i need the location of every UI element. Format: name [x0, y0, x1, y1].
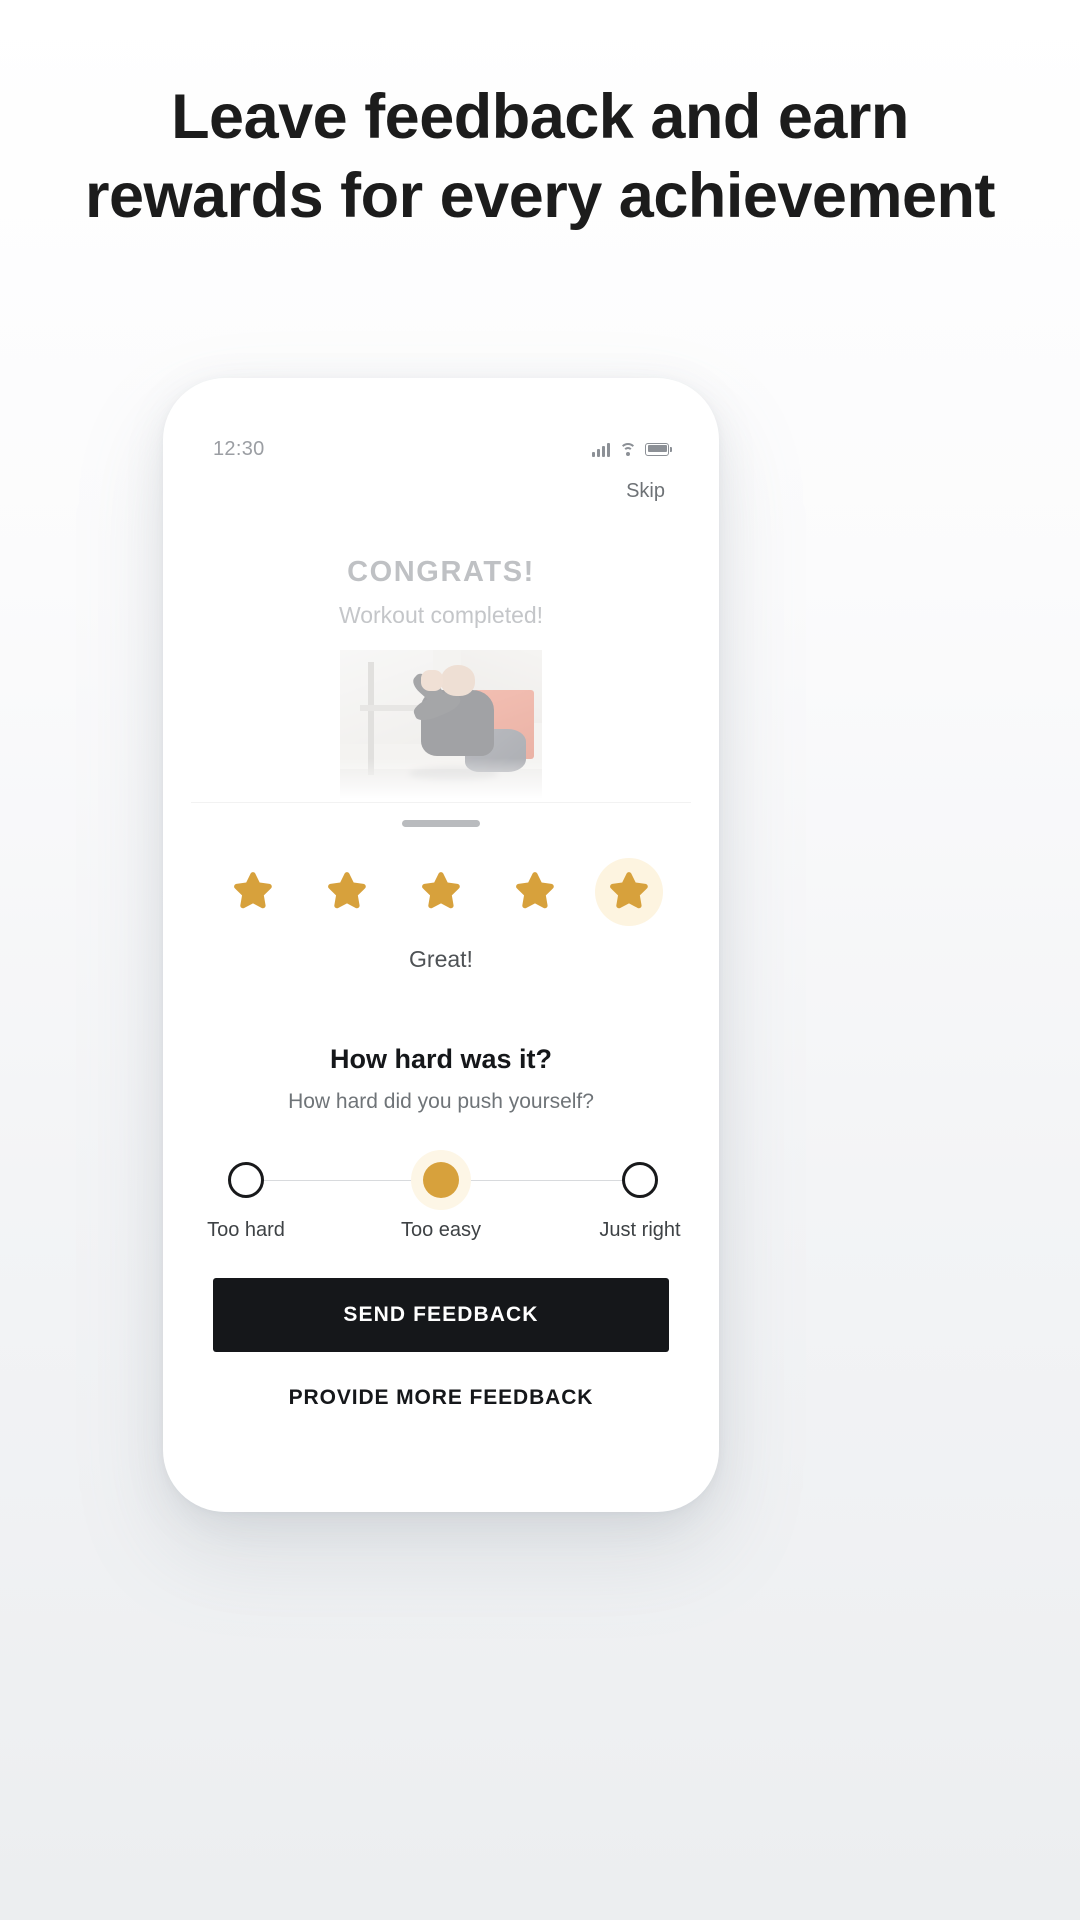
skip-button[interactable]: Skip	[626, 480, 665, 503]
send-feedback-button[interactable]: SEND FEEDBACK	[213, 1278, 669, 1352]
rating-label: Great!	[409, 946, 473, 972]
difficulty-option-label: Too hard	[207, 1219, 285, 1241]
sheet-top-edge	[191, 802, 691, 803]
radio-selected-icon[interactable]	[411, 1150, 471, 1210]
drag-handle[interactable]	[402, 820, 480, 827]
congrats-title: CONGRATS!	[347, 556, 535, 588]
star-icon-3[interactable]	[413, 864, 469, 920]
status-icons	[592, 442, 672, 457]
page-headline: Leave feedback and earn rewards for ever…	[85, 82, 995, 231]
radio-unselected-icon[interactable]	[610, 1150, 670, 1210]
battery-full-icon	[645, 442, 672, 456]
radio-unselected-icon[interactable]	[216, 1150, 276, 1210]
difficulty-option-label: Just right	[599, 1219, 681, 1241]
star-rating[interactable]	[191, 858, 691, 926]
difficulty-option-too-easy[interactable]: Too easy	[386, 1150, 496, 1242]
difficulty-title: How hard was it?	[329, 1044, 553, 1074]
page-root: Leave feedback and earn rewards for ever…	[0, 0, 1080, 1920]
congrats-block: CONGRATS! Workout completed!	[191, 556, 691, 629]
difficulty-selector[interactable]: Too easy Just right Too hard	[191, 1136, 691, 1241]
star-icon-4[interactable]	[507, 864, 563, 920]
star-icon-2[interactable]	[319, 864, 375, 920]
phone-screen: 12:30 Skip CONGRATS! Workout completed!	[191, 406, 691, 1484]
status-bar: 12:30	[191, 432, 691, 466]
difficulty-option-just-right[interactable]: Just right	[585, 1150, 691, 1242]
star-icon-5[interactable]	[595, 858, 663, 926]
star-icon-1[interactable]	[225, 864, 281, 920]
phone-mockup: 12:30 Skip CONGRATS! Workout completed!	[163, 378, 719, 1512]
congrats-subtitle: Workout completed!	[338, 602, 544, 628]
difficulty-subtitle: How hard did you push yourself?	[288, 1090, 594, 1113]
difficulty-option-too-hard[interactable]: Too hard	[191, 1150, 301, 1242]
wifi-icon	[619, 442, 636, 456]
signal-bars-icon	[592, 442, 610, 457]
provide-more-feedback-button[interactable]: PROVIDE MORE FEEDBACK	[191, 1386, 691, 1410]
status-time: 12:30	[213, 437, 265, 460]
difficulty-option-label: Too easy	[400, 1219, 482, 1241]
